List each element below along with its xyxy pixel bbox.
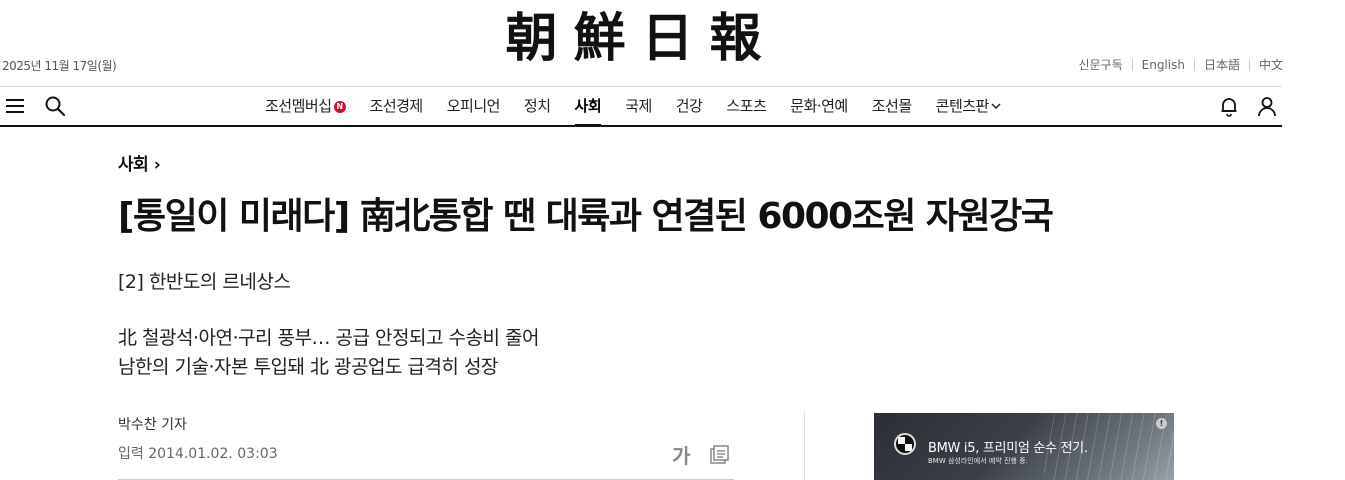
article-summary: 北 철광석·아연·구리 풍부… 공급 안정되고 수송비 줄어 남한의 기술·자본… <box>118 324 539 382</box>
masthead: 朝鮮日報 2025년 11월 17일(월) 신문구독 English 日本語 中… <box>0 0 1283 86</box>
bell-icon[interactable] <box>1218 95 1240 117</box>
nav-item-mall[interactable]: 조선몰 <box>872 87 912 125</box>
nav-item-politics[interactable]: 정치 <box>524 87 551 125</box>
divider <box>1248 58 1250 71</box>
summary-line: 北 철광석·아연·구리 풍부… 공급 안정되고 수송비 줄어 <box>118 327 539 349</box>
article-byline[interactable]: 박수찬 기자 <box>118 414 187 434</box>
bmw-logo-icon <box>894 433 916 455</box>
ad-info-icon[interactable]: ! <box>1156 418 1167 429</box>
divider <box>1193 58 1195 71</box>
article-subhead: [2] 한반도의 르네상스 <box>118 271 291 293</box>
search-icon[interactable] <box>44 95 66 117</box>
article-tools: 가 <box>672 440 730 469</box>
japanese-link[interactable]: 日本語 <box>1204 56 1240 73</box>
nav-item-sports[interactable]: 스포츠 <box>726 87 766 125</box>
nav-item-opinion[interactable]: 오피니언 <box>447 87 501 125</box>
nav-item-economy[interactable]: 조선경제 <box>370 87 424 125</box>
chevron-down-icon <box>991 103 1001 110</box>
language-links: 신문구독 English 日本語 中文 <box>1078 56 1283 73</box>
nav-item-contents[interactable]: 콘텐츠판 <box>936 87 1001 125</box>
section-menu: 조선멤버십 N 조선경제 오피니언 정치 사회 국제 건강 스포츠 문화·연예 조… <box>265 87 1025 127</box>
nav-item-society[interactable]: 사회 <box>574 87 602 127</box>
nav-item-culture[interactable]: 문화·연예 <box>790 87 848 125</box>
section-label: 사회 <box>118 155 149 175</box>
nav-right-tools <box>1202 95 1278 117</box>
nav-item-health[interactable]: 건강 <box>676 87 703 125</box>
nav-item-international[interactable]: 국제 <box>625 87 652 125</box>
column-divider <box>804 412 805 480</box>
english-link[interactable]: English <box>1142 58 1185 72</box>
nav-left-tools <box>4 95 84 117</box>
user-icon[interactable] <box>1256 95 1278 117</box>
chevron-right-icon: › <box>153 155 161 175</box>
article-headline: [통일이 미래다] 南北통합 땐 대륙과 연결된 6000조원 자원강국 <box>118 196 1054 237</box>
nav-item-label: 콘텐츠판 <box>935 97 990 115</box>
subscribe-link[interactable]: 신문구독 <box>1078 56 1122 73</box>
hamburger-icon[interactable] <box>4 95 26 117</box>
divider <box>1131 58 1133 71</box>
main-navigation: 조선멤버십 N 조선경제 오피니언 정치 사회 국제 건강 스포츠 문화·연예 조… <box>0 86 1282 127</box>
summary-line: 남한의 기술·자본 투입돼 北 광공업도 급격히 성장 <box>118 356 498 378</box>
new-badge: N <box>333 101 346 113</box>
nav-item-membership[interactable]: 조선멤버십 N <box>265 87 346 125</box>
print-icon[interactable] <box>708 444 730 466</box>
bmw-advertisement[interactable]: BMW i5, 프리미엄 순수 전기. BMW 삼성라인에서 예약 진행 중. … <box>874 413 1174 480</box>
section-breadcrumb[interactable]: 사회 › <box>118 150 161 175</box>
ad-subtitle: BMW 삼성라인에서 예약 진행 중. <box>928 457 1028 465</box>
current-date: 2025년 11월 17일(월) <box>2 59 117 73</box>
chinese-link[interactable]: 中文 <box>1259 56 1283 73</box>
nav-item-label: 조선멤버십 <box>265 97 332 115</box>
font-size-button[interactable]: 가 <box>672 440 690 469</box>
ad-title: BMW i5, 프리미엄 순수 전기. <box>928 441 1088 456</box>
article-date: 입력 2014.01.02. 03:03 <box>118 446 278 462</box>
